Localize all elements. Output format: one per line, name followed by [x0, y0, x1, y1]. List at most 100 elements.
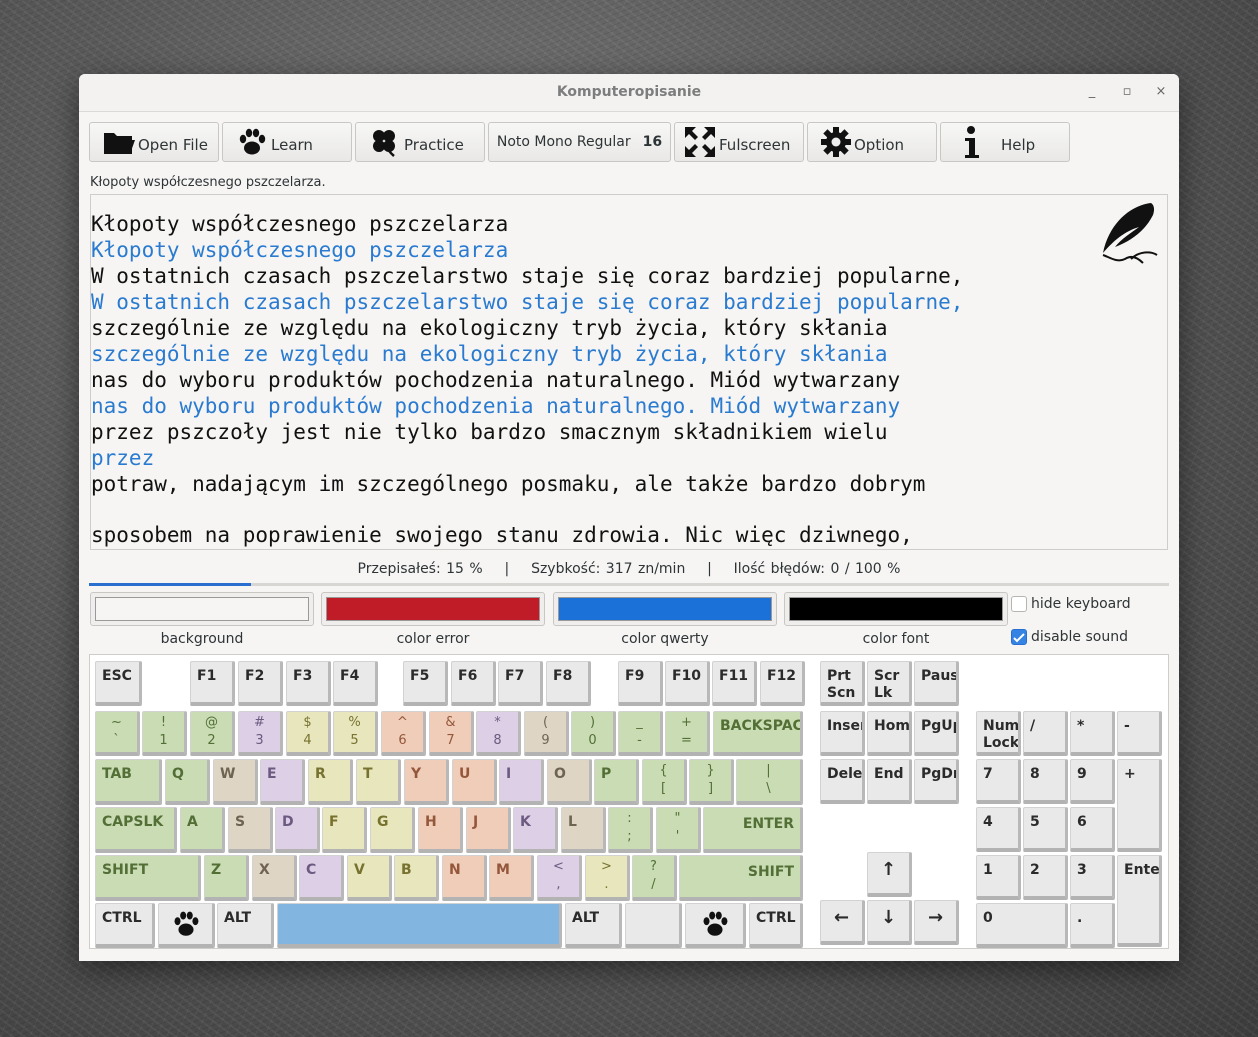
key-num-2[interactable]: 2 — [1023, 855, 1068, 900]
background-color-button[interactable] — [90, 592, 314, 626]
key-arrow-right[interactable]: → — [914, 900, 959, 945]
key-num-7[interactable]: 7 — [976, 759, 1021, 804]
minimize-button[interactable]: _ — [1082, 82, 1102, 102]
qwerty-color-button[interactable] — [553, 592, 777, 626]
key-num-dot[interactable]: . — [1070, 903, 1115, 948]
key-num-0[interactable]: 0 — [976, 903, 1068, 948]
practice-button[interactable]: Practice — [355, 122, 485, 162]
key-semicolon[interactable]: :; — [608, 807, 653, 853]
key-brace-left[interactable]: {[ — [642, 759, 687, 805]
key-f3[interactable]: F3 — [286, 661, 331, 706]
key-a[interactable]: A — [180, 807, 225, 853]
key-q[interactable]: Q — [165, 759, 210, 805]
key-f9[interactable]: F9 — [618, 661, 663, 706]
key-num-mul[interactable]: * — [1070, 711, 1115, 756]
key-c[interactable]: C — [299, 855, 344, 901]
key-comma[interactable]: <, — [537, 855, 582, 901]
learn-button[interactable]: Learn — [222, 122, 352, 162]
key-f10[interactable]: F10 — [665, 661, 710, 706]
key-num-4[interactable]: 4 — [976, 807, 1021, 852]
key-f11[interactable]: F11 — [712, 661, 757, 706]
disable-sound-checkbox[interactable] — [1011, 629, 1027, 645]
key-num-6[interactable]: 6 — [1070, 807, 1115, 852]
title-bar[interactable]: Komputeropisanie _ ▫ × — [79, 74, 1179, 112]
key-num-7[interactable]: & 7 — [429, 711, 474, 756]
key-num-8[interactable]: 8 — [1023, 759, 1068, 804]
font-chooser-button[interactable]: Noto Mono Regular 16 — [488, 122, 671, 162]
key-n[interactable]: N — [442, 855, 487, 901]
key-e[interactable]: E — [260, 759, 305, 805]
key-super-right[interactable] — [685, 903, 746, 948]
key-end[interactable]: End — [867, 759, 912, 804]
key-scrlk[interactable]: Scr Lk — [867, 661, 912, 706]
key-j[interactable]: J — [466, 807, 511, 853]
maximize-button[interactable]: ▫ — [1117, 82, 1137, 102]
key-alt-left[interactable]: ALT — [217, 903, 274, 948]
key-v[interactable]: V — [347, 855, 392, 901]
key-slash[interactable]: ? / — [632, 855, 677, 901]
key-m[interactable]: M — [489, 855, 534, 901]
key-num-8[interactable]: * 8 — [476, 711, 521, 756]
key-num-12[interactable]: + = — [665, 711, 710, 756]
key-num-4[interactable]: $4 — [286, 711, 331, 756]
key-numlock[interactable]: Num Lock — [976, 711, 1021, 756]
open-file-button[interactable]: Open File — [89, 122, 219, 162]
key-delete[interactable]: Delete — [820, 759, 865, 804]
key-f6[interactable]: F6 — [451, 661, 496, 706]
key-insert[interactable]: Insert — [820, 711, 865, 756]
key-f7[interactable]: F7 — [498, 661, 543, 706]
key-o[interactable]: O — [547, 759, 592, 805]
key-arrow-left[interactable]: ← — [820, 900, 865, 945]
key-ctrl-left[interactable]: CTRL — [95, 903, 155, 948]
key-p[interactable]: P — [594, 759, 639, 805]
key-f2[interactable]: F2 — [238, 661, 283, 706]
key-period[interactable]: >. — [585, 855, 630, 901]
key-num-2[interactable]: @2 — [190, 711, 235, 756]
key-num-enter[interactable]: Enter — [1117, 855, 1162, 947]
key-num-3[interactable]: #3 — [238, 711, 283, 756]
key-num-5[interactable]: 5 — [1023, 807, 1068, 852]
key-capslock[interactable]: CAPSLK — [95, 807, 177, 853]
key-num-div[interactable]: / — [1023, 711, 1068, 756]
typing-text-area[interactable]: Kłopoty współczesnego pszczelarza Kłopoty… — [90, 194, 1168, 550]
key-ctrl-right[interactable]: CTRL — [749, 903, 803, 948]
key-f5[interactable]: F5 — [403, 661, 448, 706]
key-num-9[interactable]: (9 — [524, 711, 569, 756]
key-pgup[interactable]: PgUp — [914, 711, 959, 756]
key-g[interactable]: G — [370, 807, 415, 853]
key-u[interactable]: U — [452, 759, 497, 805]
key-y[interactable]: Y — [404, 759, 449, 805]
key-num-9[interactable]: 9 — [1070, 759, 1115, 804]
key-pause[interactable]: Pause — [914, 661, 959, 706]
option-button[interactable]: Option — [807, 122, 937, 162]
hide-keyboard-checkbox[interactable] — [1011, 596, 1027, 612]
error-color-button[interactable] — [321, 592, 545, 626]
key-i[interactable]: I — [499, 759, 544, 805]
key-num-1[interactable]: ! 1 — [142, 711, 187, 756]
key-h[interactable]: H — [418, 807, 463, 853]
key-esc[interactable]: ESC — [95, 661, 142, 706]
key-s[interactable]: S — [228, 807, 273, 853]
key-home[interactable]: Home — [867, 711, 912, 756]
key-x[interactable]: X — [252, 855, 297, 901]
key-num-10[interactable]: ) 0 — [571, 711, 616, 756]
key-enter[interactable]: ENTER — [703, 807, 803, 853]
key-alt-right[interactable]: ALT — [565, 903, 622, 948]
key-l[interactable]: L — [561, 807, 606, 853]
key-f1[interactable]: F1 — [190, 661, 235, 706]
key-num-3[interactable]: 3 — [1070, 855, 1115, 900]
key-d[interactable]: D — [275, 807, 320, 853]
fullscreen-button[interactable]: Fulscreen — [674, 122, 804, 162]
key-z[interactable]: Z — [204, 855, 249, 901]
key-num-1[interactable]: 1 — [976, 855, 1021, 900]
key-tab[interactable]: TAB — [95, 759, 162, 805]
key-space[interactable] — [277, 903, 562, 948]
font-color-button[interactable] — [784, 592, 1008, 626]
key-pgdn[interactable]: PgDn — [914, 759, 959, 804]
key-quote[interactable]: " ' — [656, 807, 701, 853]
key-num-0[interactable]: ~ ` — [95, 711, 140, 756]
help-button[interactable]: Help — [940, 122, 1070, 162]
key-f[interactable]: F — [322, 807, 367, 853]
key-w[interactable]: W — [213, 759, 258, 805]
key-num-minus[interactable]: - — [1117, 711, 1162, 756]
